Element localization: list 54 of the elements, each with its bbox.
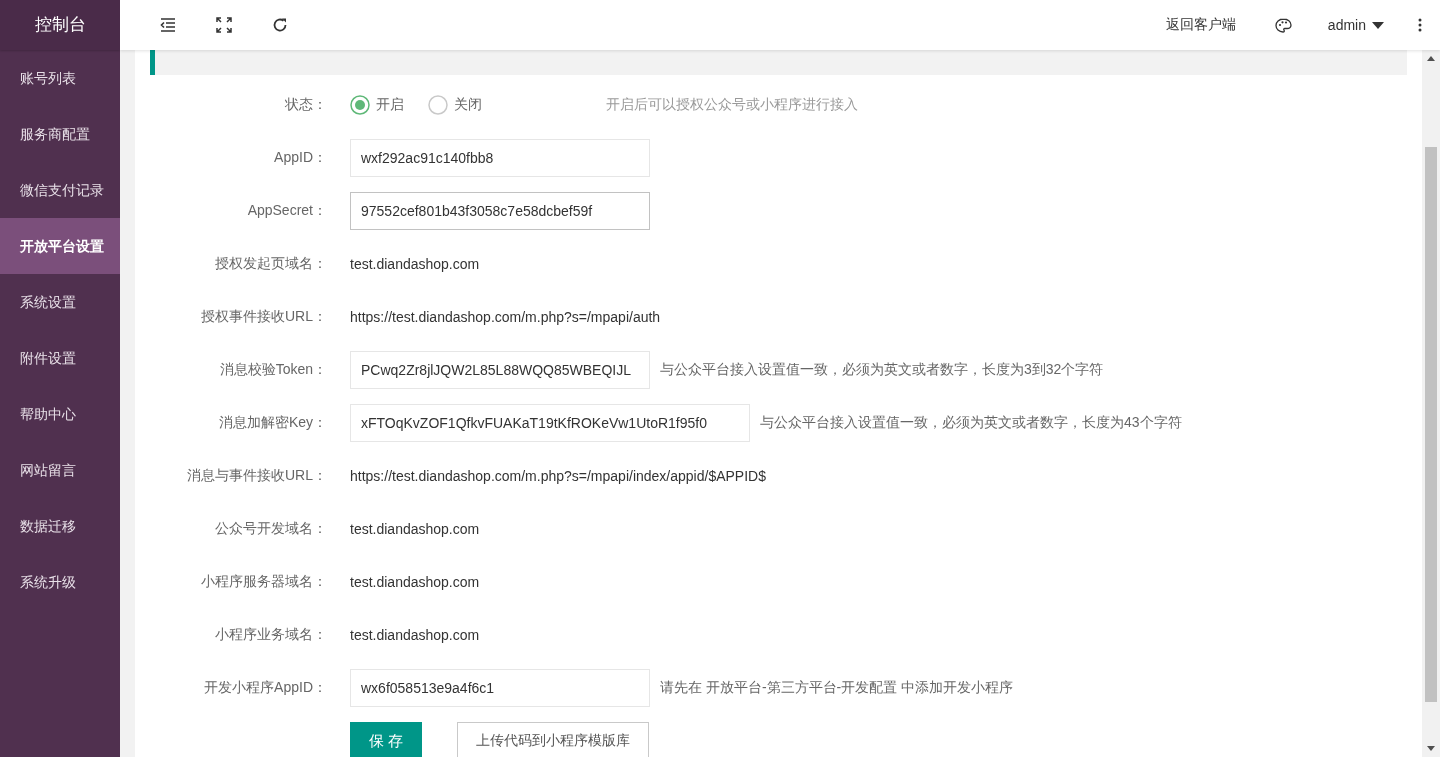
field-label: 开发小程序AppID： xyxy=(203,679,328,697)
sidebar-item[interactable]: 微信支付记录 xyxy=(0,162,120,218)
radio-empty-icon xyxy=(428,95,448,115)
sidebar-item[interactable]: 账号列表 xyxy=(0,50,120,106)
field-label: 公众号开发域名： xyxy=(214,520,328,538)
field-label: 状态： xyxy=(284,96,328,114)
palette-icon[interactable] xyxy=(1275,17,1293,33)
user-menu[interactable]: admin xyxy=(1311,17,1400,33)
text-field[interactable]: 97552cef801b43f3058c7e58dcbef59f xyxy=(350,192,650,230)
refresh-icon[interactable] xyxy=(272,17,288,33)
sidebar-item[interactable]: 服务商配置 xyxy=(0,106,120,162)
field-hint: 与公众平台接入设置值一致，必须为英文或者数字，长度为3到32个字符 xyxy=(660,361,1104,379)
field-label: AppID： xyxy=(273,149,328,167)
text-field[interactable]: PCwq2Zr8jlJQW2L85L88WQQ85WBEQIJL xyxy=(350,351,650,389)
sidebar-item[interactable]: 开放平台设置 xyxy=(0,218,120,274)
field-label: 授权事件接收URL： xyxy=(200,308,328,326)
sidebar-title: 控制台 xyxy=(0,0,120,50)
field-hint: 与公众平台接入设置值一致，必须为英文或者数字，长度为43个字符 xyxy=(760,414,1182,432)
field-value: test.diandashop.com xyxy=(350,256,480,272)
field-hint: 请先在 开放平台-第三方平台-开发配置 中添加开发小程序 xyxy=(660,679,1014,697)
sidebar-item[interactable]: 帮助中心 xyxy=(0,386,120,442)
sidebar-item[interactable]: 系统升级 xyxy=(0,554,120,610)
field-label: 消息加解密Key： xyxy=(217,414,328,432)
field-value: https://test.diandashop.com/m.php?s=/mpapi/index/appid/$APPID$ xyxy=(350,468,766,484)
field-label: AppSecret： xyxy=(246,202,328,220)
sidebar-item[interactable]: 附件设置 xyxy=(0,330,120,386)
field-value: test.diandashop.com xyxy=(350,574,480,590)
field-hint: 开启后可以授权公众号或小程序进行接入 xyxy=(606,96,858,114)
save-button[interactable]: 保 存 xyxy=(350,722,423,757)
text-field[interactable]: wx6f058513e9a4f6c1 xyxy=(350,669,650,707)
field-label: 小程序服务器域名： xyxy=(200,573,328,591)
text-field[interactable]: wxf292ac91c140fbb8 xyxy=(350,139,650,177)
field-label: 授权发起页域名： xyxy=(214,255,328,273)
caret-icon xyxy=(1372,21,1384,29)
sidebar-item[interactable]: 网站留言 xyxy=(0,442,120,498)
field-label: 消息校验Token： xyxy=(218,361,328,379)
radio-option[interactable]: 开启 xyxy=(350,95,404,115)
scroll-up-icon[interactable] xyxy=(1427,56,1435,61)
field-value: test.diandashop.com xyxy=(350,627,480,643)
upload-code-button[interactable]: 上传代码到小程序模版库 xyxy=(457,722,650,757)
field-label: 消息与事件接收URL： xyxy=(186,467,328,485)
sidebar-item[interactable]: 数据迁移 xyxy=(0,498,120,554)
scroll-down-icon[interactable] xyxy=(1427,746,1435,751)
fullscreen-icon[interactable] xyxy=(216,17,232,33)
text-field[interactable]: xFTOqKvZOF1QfkvFUAKaT19tKfROKeVw1UtoR1f95f0 xyxy=(350,404,750,442)
sidebar-item[interactable]: 系统设置 xyxy=(0,274,120,330)
more-icon[interactable] xyxy=(1418,18,1422,32)
collapse-menu-icon[interactable] xyxy=(160,18,176,32)
field-label: 小程序业务域名： xyxy=(214,626,328,644)
radio-option[interactable]: 关闭 xyxy=(428,95,482,115)
radio-selected-icon xyxy=(350,95,370,115)
field-value: https://test.diandashop.com/m.php?s=/mpapi/auth xyxy=(350,309,661,325)
field-value: test.diandashop.com xyxy=(350,521,480,537)
back-to-client-link[interactable]: 返回客户端 xyxy=(1145,16,1256,34)
